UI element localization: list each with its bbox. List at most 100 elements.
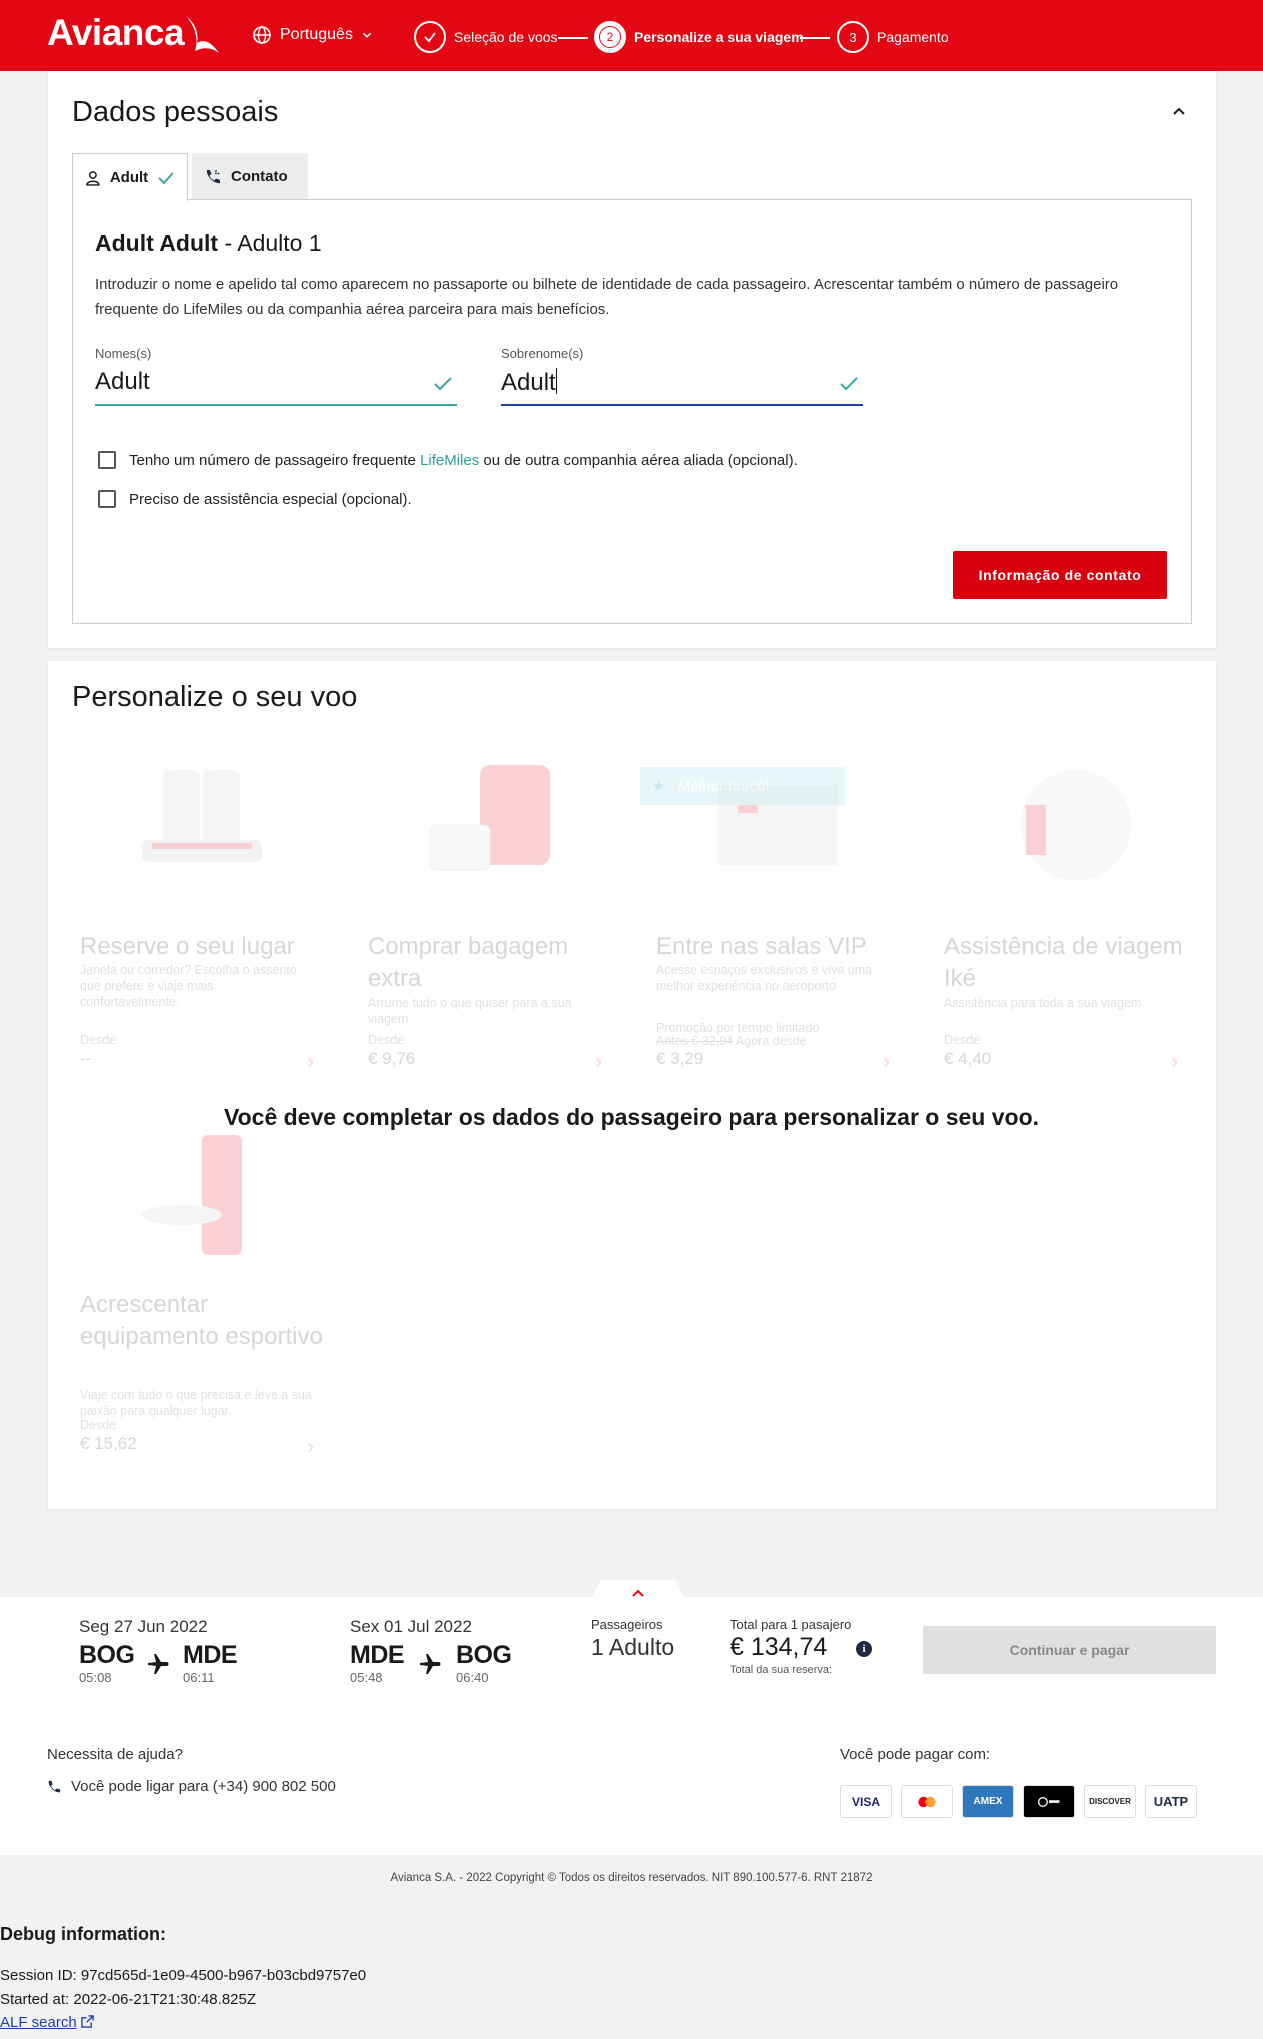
chevron-right-icon: ›	[307, 1051, 314, 1073]
continue-pay-button[interactable]: Continuar e pagar	[923, 1626, 1216, 1674]
tile-title: Comprar bagagem extra	[368, 933, 569, 992]
phone-icon	[48, 1780, 61, 1792]
chevron-up-icon[interactable]	[1172, 104, 1186, 118]
step-flight-selection[interactable]: Seleção de voos	[414, 21, 558, 53]
alf-search-link[interactable]: ALF search	[0, 2014, 77, 2031]
passengers-value: 1 Adulto	[591, 1634, 675, 1660]
step-label: Seleção de voos	[454, 29, 558, 45]
tile-sports-equipment: Acrescentar equipamento esportivo Viaje …	[72, 1125, 330, 1475]
tile-from: Antes € 32,94 Agora desde	[656, 1034, 807, 1048]
tile-desc: Arrume tudo o que quiser para a sua viag…	[368, 996, 572, 1026]
step-personalize: 2 Personalize a sua viagem	[594, 21, 804, 53]
baggage-illustration	[429, 765, 550, 871]
mastercard-icon	[901, 1785, 953, 1818]
help-phone[interactable]: Você pode ligar para (+34) 900 802 500	[47, 1778, 336, 1795]
chevron-down-icon	[362, 32, 372, 38]
footer-help-section	[0, 1695, 1263, 1855]
chevron-right-icon: ›	[595, 1051, 602, 1073]
complete-passenger-message: Você deve completar os dados do passagei…	[223, 1104, 1040, 1130]
step-payment: 3 Pagamento	[837, 21, 949, 53]
last-name-label: Sobrenome(s)	[501, 346, 584, 361]
session-id: Session ID: 97cd565d-1e09-4500-b967-b03c…	[0, 1967, 367, 1984]
outbound-origin: BOG 05:08	[79, 1641, 135, 1685]
lifemiles-link[interactable]: LifeMiles	[420, 452, 479, 469]
debug-title: Debug information:	[0, 1924, 166, 1944]
checkbox[interactable]	[98, 451, 116, 469]
tile-desc: Acesse espaços exclusivos e viva uma mel…	[656, 963, 873, 993]
step-connector	[558, 37, 588, 39]
avianca-logo[interactable]: Avianca	[47, 12, 185, 54]
plane-icon	[420, 1654, 441, 1674]
copyright: Avianca S.A. - 2022 Copyright © Todos os…	[390, 1872, 873, 1884]
flight-date: Seg 27 Jun 2022	[79, 1617, 208, 1636]
alf-search: ALF search	[0, 2014, 94, 2031]
check-icon	[434, 377, 452, 391]
chevron-right-icon: ›	[1171, 1051, 1178, 1073]
plane-icon	[148, 1654, 169, 1674]
tile-title: Assistência de viagem Iké	[944, 933, 1183, 992]
check-icon	[840, 377, 858, 391]
tile-travel-assistance: Assistência de viagem Iké Assistência pa…	[936, 745, 1194, 1085]
check-icon	[414, 21, 446, 53]
tab-label: Adult	[109, 169, 149, 186]
first-name-field[interactable]: Adult	[95, 362, 457, 406]
tile-baggage: Comprar bagagem extra Arrume tudo o que …	[360, 745, 618, 1085]
step-connector	[800, 37, 830, 39]
chevron-right-icon: ›	[307, 1436, 314, 1458]
tile-price: --	[80, 1049, 92, 1068]
flight-date: Sex 01 Jul 2022	[350, 1617, 472, 1636]
passenger-heading: Adult Adult - Adulto 1	[95, 230, 322, 256]
assistance-illustration	[1021, 770, 1131, 880]
phone-icon	[206, 169, 220, 183]
checkbox[interactable]	[98, 490, 116, 508]
top-header: Avianca Português Seleção de voos 2 Pers…	[0, 0, 1263, 71]
user-icon	[86, 170, 100, 186]
personal-data-title: Dados pessoais	[72, 96, 279, 128]
passenger-instructions: Introduzir o nome e apelido tal como apa…	[95, 276, 1119, 318]
last-name-value: Adult	[501, 368, 557, 396]
info-icon[interactable]: i	[856, 1641, 872, 1657]
amex-icon: AMEX	[962, 1785, 1014, 1818]
first-name-label: Nomes(s)	[95, 346, 152, 361]
first-name-value: Adult	[95, 368, 150, 395]
tile-price: € 9,76	[368, 1049, 416, 1068]
step-label: Pagamento	[877, 29, 949, 45]
tab-contact[interactable]: Contato	[192, 153, 308, 200]
external-link-icon	[81, 2015, 94, 2028]
tab-adult[interactable]: Adult	[72, 153, 188, 201]
contact-info-button[interactable]: Informação de contato	[953, 551, 1167, 599]
customize-title: Personalize o seu voo	[72, 681, 358, 713]
started-at: Started at: 2022-06-21T21:30:48.825Z	[0, 1991, 257, 2008]
best-price-badge: ★ Melhor preço!	[640, 767, 845, 805]
globe-icon	[253, 26, 271, 44]
total-label: Total para 1 pasajero	[730, 1617, 852, 1632]
total-sub: Total da sua reserva:	[730, 1664, 833, 1676]
visa-icon: VISA	[840, 1785, 892, 1818]
language-selector[interactable]: Português	[252, 25, 373, 45]
total-price: € 134,74	[730, 1633, 828, 1661]
tile-from: Desde	[368, 1033, 405, 1047]
tab-label: Contato	[231, 168, 288, 185]
tile-desc: Assistência para toda a sua viagem	[944, 996, 1142, 1010]
special-assistance-label: Preciso de assistência especial (opciona…	[129, 490, 412, 508]
tile-from: Desde	[80, 1418, 117, 1432]
outbound-destination: MDE 06:11	[183, 1641, 238, 1685]
tile-seat: Reserve o seu lugar Janela ou corredor? …	[72, 745, 330, 1085]
last-name-field[interactable]: Adult	[501, 362, 863, 406]
tile-title: Entre nas salas VIP	[656, 933, 867, 960]
outbound-flight: Seg 27 Jun 2022	[79, 1617, 208, 1637]
inbound-origin: MDE 05:48	[350, 1641, 405, 1685]
frequent-flyer-checkbox[interactable]: Tenho um número de passageiro frequente …	[98, 451, 798, 469]
tile-title: Reserve o seu lugar	[80, 933, 295, 960]
tile-desc: Janela ou corredor? Escolha o assento qu…	[80, 963, 297, 1009]
special-assistance-checkbox[interactable]: Preciso de assistência especial (opciona…	[98, 490, 412, 508]
tile-price: € 3,29	[656, 1049, 704, 1068]
chevron-right-icon: ›	[883, 1051, 890, 1073]
avianca-bird-icon	[187, 17, 219, 53]
uatp-icon: UATP	[1145, 1785, 1197, 1818]
help-title: Necessita de ajuda?	[47, 1746, 183, 1763]
check-icon	[158, 171, 174, 184]
star-icon: ★	[652, 778, 666, 795]
tile-from: Desde	[944, 1033, 981, 1047]
payment-title: Você pode pagar com:	[840, 1746, 991, 1763]
